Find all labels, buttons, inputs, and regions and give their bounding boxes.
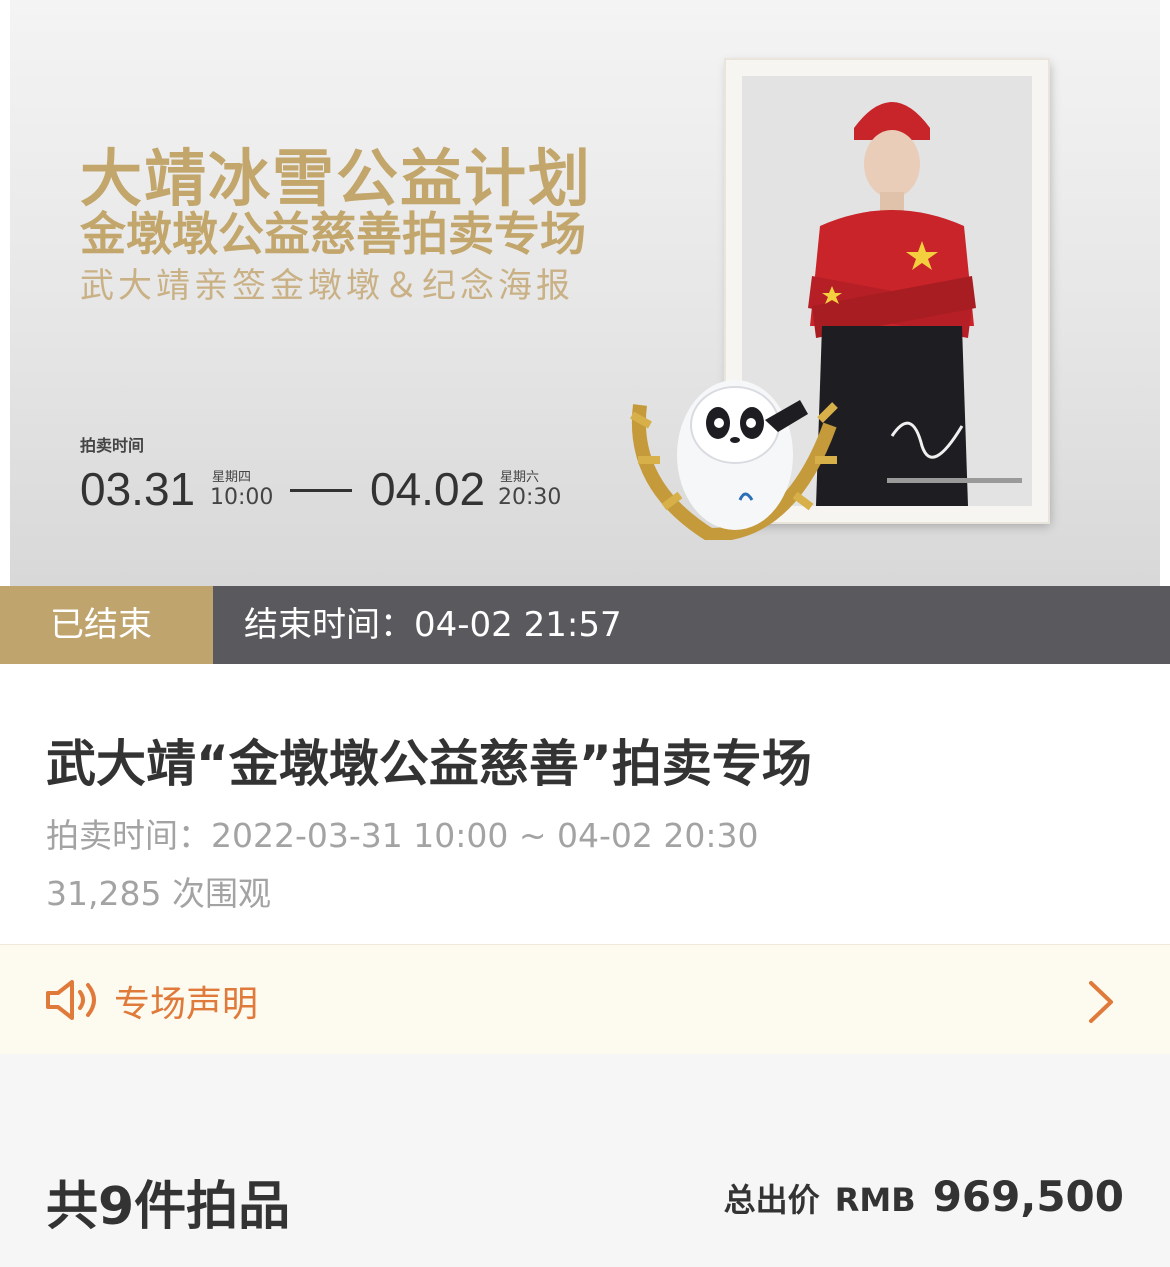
view-count-text: 31,285 次围观 xyxy=(46,874,271,913)
banner-title-line3: 武大靖亲签金墩墩＆纪念海报 xyxy=(80,266,574,306)
page-title: 武大靖“金墩墩公益慈善”拍卖专场 xyxy=(46,735,812,793)
speaker-icon xyxy=(46,980,96,1020)
banner-time-label: 拍卖时间 xyxy=(80,436,145,455)
banner-start-date: 03.31 xyxy=(80,463,196,515)
banner-date-dash xyxy=(290,489,352,492)
auction-info-card: 武大靖“金墩墩公益慈善”拍卖专场 拍卖时间：2022-03-31 10:00 ~… xyxy=(0,664,1170,944)
auction-banner: 大靖冰雪公益计划 金墩墩公益慈善拍卖专场 武大靖亲签金墩墩＆纪念海报 拍卖时间 … xyxy=(0,0,1170,586)
banner-end-time: 20:30 xyxy=(498,485,562,510)
currency-label: RMB xyxy=(834,1181,916,1219)
notice-label: 专场声明 xyxy=(114,984,259,1025)
banner-start-time: 10:00 xyxy=(210,485,274,510)
total-bid-amount: 969,500 xyxy=(932,1172,1124,1221)
banner-edge-left xyxy=(0,0,10,586)
lot-count: 共9件拍品 xyxy=(46,1177,291,1237)
banner-edge-right xyxy=(1160,0,1170,586)
total-bid: 总出价 RMB 969,500 xyxy=(724,1172,1124,1221)
auction-status-bar: 已结束 结束时间：04-02 21:57 xyxy=(0,586,1170,664)
banner-start-weekday: 星期四 xyxy=(212,470,252,485)
banner-end-date: 04.02 xyxy=(370,463,486,515)
lots-summary: 共9件拍品 总出价 RMB 969,500 xyxy=(0,1054,1170,1267)
banner-end-weekday: 星期六 xyxy=(500,470,540,485)
bing-dwen-dwen-gold-figure xyxy=(630,380,838,540)
end-time-text: 结束时间：04-02 21:57 xyxy=(244,605,622,645)
total-bid-label: 总出价 xyxy=(723,1181,820,1219)
status-badge: 已结束 xyxy=(0,586,213,664)
notice-row[interactable]: 专场声明 xyxy=(0,944,1170,1055)
auction-time-text: 拍卖时间：2022-03-31 10:00 ~ 04-02 20:30 xyxy=(46,816,759,855)
banner-title-line2: 金墩墩公益慈善拍卖专场 xyxy=(80,207,586,261)
chevron-right-icon[interactable] xyxy=(1085,979,1117,1025)
